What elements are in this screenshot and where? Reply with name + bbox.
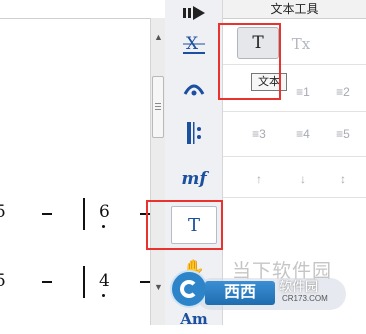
align-tool-1[interactable]: ≡1 [285, 80, 321, 104]
align-tool-5-label: ≡5 [336, 127, 350, 141]
panel-title: 文本工具 [223, 0, 366, 19]
x-strike-icon[interactable]: X [178, 30, 210, 60]
align-tool-3-label: ≡3 [252, 127, 266, 141]
arrow-right-icon [183, 6, 205, 20]
dot-below-note [102, 294, 105, 297]
fermata-icon[interactable] [178, 74, 210, 104]
clear-format-label: Tx [291, 35, 311, 53]
spacing-tool-icon: ↕ [340, 172, 346, 186]
scroll-up-arrow-icon[interactable]: ▲ [154, 33, 163, 42]
chord-am-label: Am [180, 310, 208, 328]
watermark-logo-icon [170, 270, 208, 308]
watermark-brand: 西西 [205, 281, 275, 305]
align-tool-4[interactable]: ≡4 [285, 122, 321, 146]
align-tool-4-label: ≡4 [296, 127, 310, 141]
dash-row2 [42, 281, 52, 283]
align-tool-5[interactable]: ≡5 [325, 122, 361, 146]
score-top-border [0, 18, 150, 19]
scroll-down-arrow-icon[interactable]: ▼ [154, 283, 163, 292]
dash-row1 [42, 213, 52, 215]
align-tool-2[interactable]: ≡2 [325, 80, 361, 104]
watermark-url: CR173.COM [282, 294, 328, 303]
align-tool-3[interactable]: ≡3 [241, 122, 277, 146]
dynamics-mf-button[interactable]: mf [178, 164, 210, 194]
repeat-sign-icon [187, 122, 201, 144]
spacing-tool[interactable]: ↕ [325, 167, 361, 191]
clear-format-button[interactable]: Tx [283, 32, 319, 56]
repeat-sign-icon[interactable] [178, 118, 210, 148]
align-tool-2-label: ≡2 [336, 85, 350, 99]
align-tool-1-label: ≡1 [296, 85, 310, 99]
panel-separator [223, 197, 366, 198]
vertical-scrollbar[interactable]: ▲ ▼ [150, 18, 165, 325]
note-5-row1[interactable]: 5 [0, 203, 6, 221]
raise-tool[interactable]: ↑ [241, 167, 277, 191]
highlight-box-palette-text [146, 200, 223, 250]
x-strike-icon: X [183, 34, 205, 54]
lower-tool-icon: ↓ [300, 172, 306, 186]
grip-line [155, 106, 161, 107]
panel-separator [223, 111, 366, 112]
watermark-name: 软件园 [279, 279, 319, 294]
barline-row1 [83, 198, 85, 230]
note-4-row2[interactable]: 4 [99, 272, 110, 290]
fermata-icon [183, 84, 205, 96]
panel-separator [223, 156, 366, 157]
raise-tool-icon: ↑ [256, 172, 262, 186]
dot-below-note [102, 225, 105, 228]
note-5-row2[interactable]: 5 [0, 272, 6, 290]
grip-line [155, 103, 161, 104]
score-area[interactable]: 5 6 5 4 [0, 0, 150, 325]
note-6-row1[interactable]: 6 [99, 203, 110, 221]
grip-line [155, 109, 161, 110]
lower-tool[interactable]: ↓ [285, 167, 321, 191]
arrow-right-icon[interactable] [178, 0, 210, 28]
barline-row2 [83, 266, 85, 298]
scroll-thumb[interactable] [152, 76, 164, 138]
dash-row2-end [140, 281, 150, 283]
highlight-box-text-tool [218, 23, 281, 100]
dynamics-mf-label: mf [181, 169, 207, 189]
